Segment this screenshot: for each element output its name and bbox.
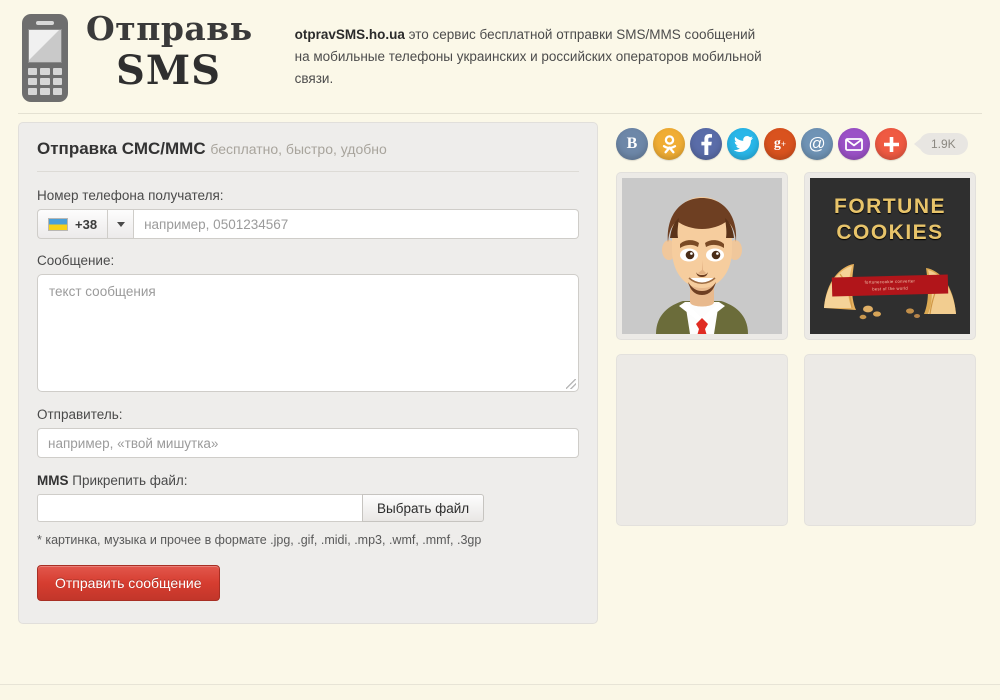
share-more-icon[interactable] (875, 128, 907, 160)
ad-placeholder-right[interactable] (804, 354, 976, 526)
vkontakte-icon[interactable]: В (616, 128, 648, 160)
header-divider (18, 113, 982, 114)
form-title-subtitle: бесплатно, быстро, удобно (210, 141, 387, 157)
phone-input-row: +38 (37, 209, 579, 239)
email-icon[interactable] (838, 128, 870, 160)
message-field-wrapper (37, 274, 579, 392)
message-label: Сообщение: (37, 253, 115, 268)
footer-band (0, 685, 1000, 700)
sender-input[interactable] (37, 428, 579, 458)
phone-speaker (36, 21, 54, 25)
site-header: Отправь SMS otpravSMS.ho.ua это сервис б… (0, 0, 1000, 105)
site-description: otpravSMS.ho.ua это сервис бесплатной от… (295, 24, 765, 90)
mms-label-rest: Прикрепить файл: (68, 473, 188, 488)
mobile-phone-icon (22, 14, 68, 102)
site-logo[interactable]: Отправь SMS (86, 12, 253, 91)
logo-line-2: SMS (116, 47, 222, 94)
file-upload-row: Выбрать файл (37, 494, 579, 522)
choose-file-button[interactable]: Выбрать файл (362, 494, 485, 522)
fortune-ribbon-line-2: best of the world (872, 285, 909, 291)
twitter-icon[interactable] (727, 128, 759, 160)
country-code-button[interactable]: +38 (37, 209, 108, 239)
mms-label-strong: MMS (37, 473, 69, 488)
footer-divider (0, 684, 1000, 685)
odnoklassniki-icon[interactable] (653, 128, 685, 160)
file-format-note: * картинка, музыка и прочее в формате .j… (37, 533, 482, 547)
ad-placeholder-left[interactable] (616, 354, 788, 526)
site-domain: otpravSMS.ho.ua (294, 27, 405, 42)
form-title-main: Отправка СМС/ММС (37, 139, 206, 158)
google-plus-icon[interactable]: g + (764, 128, 796, 160)
message-textarea[interactable] (37, 274, 579, 392)
avatar-thumbnail[interactable] (616, 172, 788, 340)
phone-screen (28, 29, 62, 63)
sms-form-panel: Отправка СМС/ММС бесплатно, быстро, удоб… (18, 122, 598, 624)
ad-placeholder-row (616, 354, 996, 526)
country-dropdown-toggle[interactable] (107, 209, 135, 239)
sender-label: Отправитель: (37, 407, 123, 422)
sidebar-column: В g + @ 1.9K FORTUNE COOKIES fortunecook… (616, 122, 996, 526)
phone-input[interactable] (134, 209, 579, 239)
social-share-bar: В g + @ 1.9K (616, 122, 996, 166)
fortune-cookies-banner[interactable]: FORTUNE COOKIES fortunecookie converter … (804, 172, 976, 340)
fortune-cookies-image: FORTUNE COOKIES fortunecookie converter … (810, 178, 970, 334)
phone-keypad (28, 68, 62, 95)
facebook-icon[interactable] (690, 128, 722, 160)
page-content: Отправка СМС/ММС бесплатно, быстро, удоб… (0, 105, 1000, 624)
ukraine-flag-icon (48, 217, 68, 231)
thumbnail-row: FORTUNE COOKIES fortunecookie converter … (616, 172, 996, 340)
share-count-badge: 1.9K (919, 133, 968, 155)
file-path-input[interactable] (37, 494, 362, 522)
mms-label: MMS Прикрепить файл: (37, 473, 579, 488)
chevron-down-icon (116, 221, 125, 227)
avatar-image (622, 178, 782, 334)
logo-line-1: Отправь (86, 9, 253, 48)
at-sign-icon[interactable]: @ (801, 128, 833, 160)
country-code-label: +38 (75, 216, 98, 232)
form-title: Отправка СМС/ММС бесплатно, быстро, удоб… (37, 139, 579, 172)
phone-label: Номер телефона получателя: (37, 188, 224, 203)
fortune-ribbon: fortunecookie converter best of the worl… (831, 274, 949, 297)
send-message-button[interactable]: Отправить сообщение (37, 565, 220, 601)
avatar-background (622, 178, 782, 334)
